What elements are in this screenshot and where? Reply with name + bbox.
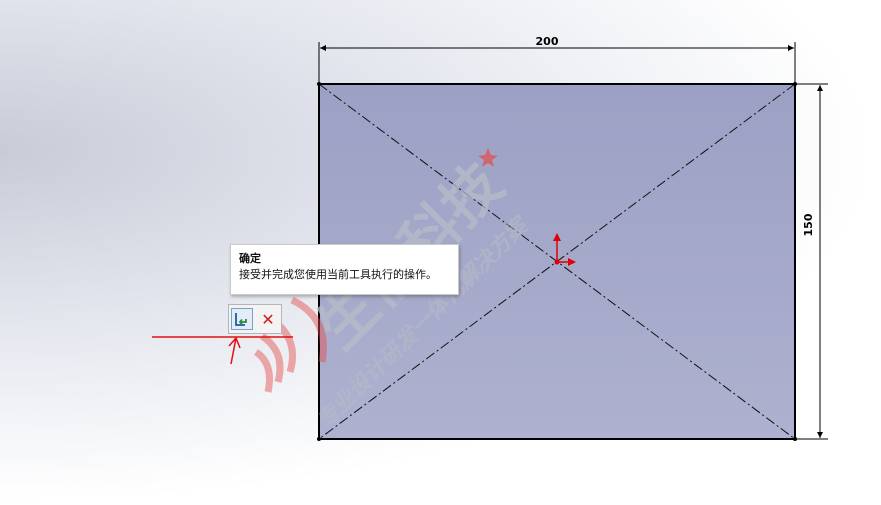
tooltip: 确定 接受并完成您使用当前工具执行的操作。 — [230, 244, 459, 295]
horizontal-dimension[interactable]: 200 — [318, 35, 796, 82]
sketch-point[interactable] — [317, 437, 321, 441]
cancel-button[interactable]: ✕ — [257, 308, 279, 330]
width-dimension-value[interactable]: 200 — [536, 35, 559, 48]
tooltip-title: 确定 — [239, 252, 261, 265]
sketch-point[interactable] — [793, 437, 797, 441]
sketch-point[interactable] — [317, 82, 321, 86]
cancel-x-icon: ✕ — [261, 309, 275, 329]
height-dimension-value[interactable]: 150 — [802, 213, 815, 236]
confirm-check-icon — [235, 313, 247, 326]
vertical-dimension[interactable]: 150 — [797, 83, 828, 440]
confirmation-corner: ✕ — [228, 304, 282, 334]
sketch-point[interactable] — [793, 82, 797, 86]
confirm-button[interactable] — [231, 308, 253, 330]
tooltip-description: 接受并完成您使用当前工具执行的操作。 — [239, 268, 437, 281]
